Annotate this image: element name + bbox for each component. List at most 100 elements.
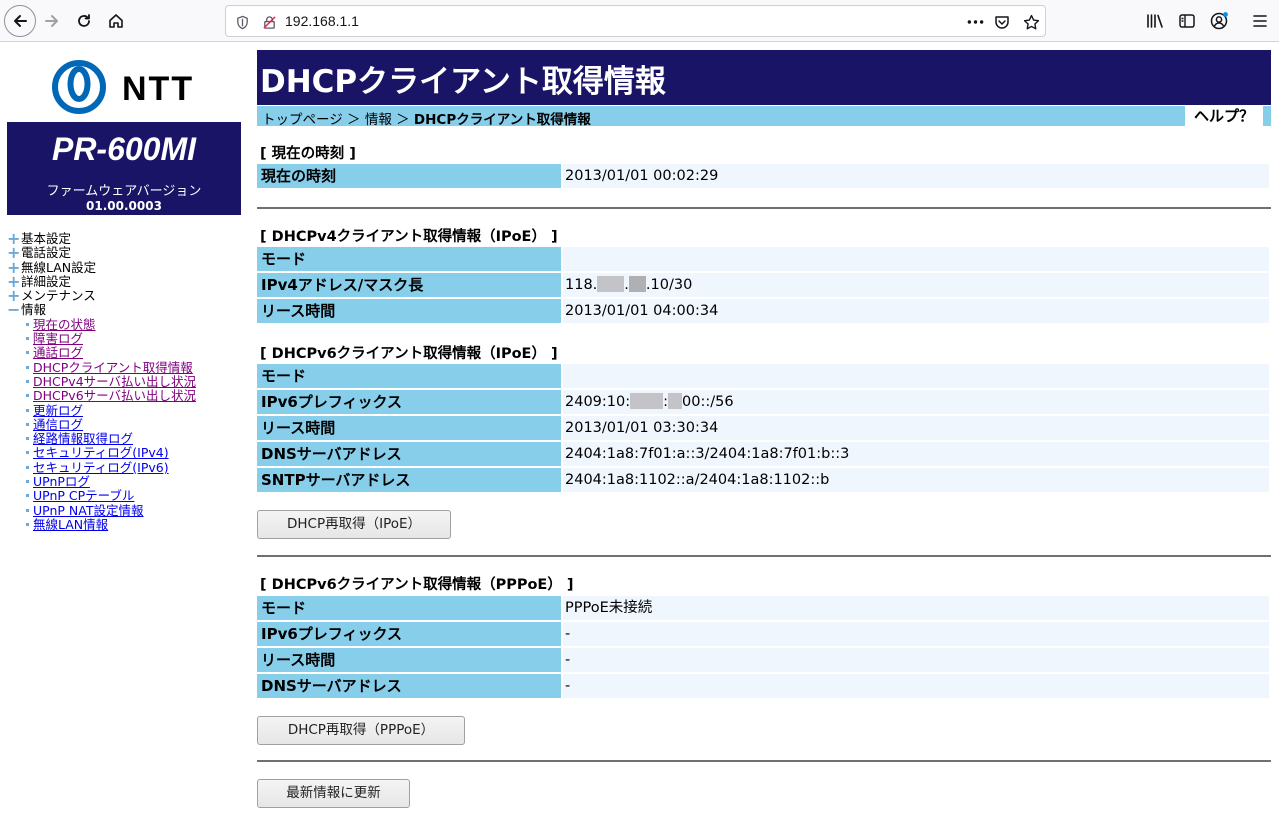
bullet-icon [26, 337, 29, 341]
refresh-button[interactable]: 最新情報に更新 [257, 779, 410, 808]
link-route-log[interactable]: 経路情報取得ログ [33, 431, 133, 446]
reload-button[interactable] [69, 6, 99, 36]
sidebar-toggle-icon[interactable] [1177, 11, 1197, 31]
row-label: DNSサーバアドレス [257, 442, 561, 466]
link-dhcp-client-info[interactable]: DHCPクライアント取得情報 [33, 360, 193, 375]
pocket-icon[interactable] [992, 12, 1012, 32]
section-title-time: [ 現在の時刻 ] [260, 146, 356, 162]
dhcp-renew-pppoe-button[interactable]: DHCP再取得（PPPoE） [257, 716, 465, 745]
section-title-dhcpv6-ipoe: [ DHCPv6クライアント取得情報（IPoE） ] [260, 346, 558, 362]
main-content: DHCPクライアント取得情報 トップページ ＞ 情報 ＞ DHCPクライアント取… [257, 42, 1271, 828]
bullet-icon [26, 322, 29, 326]
row-label: モード [257, 247, 561, 271]
row-label: リース時間 [257, 299, 561, 323]
sub-item: 通信ログ [7, 417, 247, 432]
row-value: - [563, 674, 1269, 698]
link-dhcpv4-server-status[interactable]: DHCPv4サーバ払い出し状況 [33, 374, 196, 389]
row-value: 2013/01/01 03:30:34 [563, 416, 1269, 440]
dhcp-renew-ipoe-button[interactable]: DHCP再取得（IPoE） [257, 510, 451, 539]
menu-item-info[interactable]: − 情報 [7, 300, 247, 320]
insecure-lock-icon[interactable] [259, 12, 279, 32]
home-button[interactable] [101, 6, 131, 36]
bullet-icon [26, 408, 29, 412]
model-name: PR-600MI [51, 131, 197, 167]
table-row: SNTPサーバアドレス 2404:1a8:1102::a/2404:1a8:11… [257, 468, 1271, 492]
divider [257, 760, 1271, 762]
sub-item: 経路情報取得ログ [7, 432, 247, 446]
section-title-dhcpv4: [ DHCPv4クライアント取得情報（IPoE） ] [260, 229, 558, 245]
sub-item: セキュリティログ(IPv4) [7, 446, 247, 460]
row-value: - [563, 622, 1269, 646]
ntt-logo: NTT [52, 60, 202, 114]
bullet-icon [26, 522, 29, 526]
menu-label: 電話設定 [21, 245, 72, 261]
link-wireless-lan-info[interactable]: 無線LAN情報 [33, 517, 108, 532]
arrow-right-icon [45, 15, 58, 27]
logo-text: NTT [122, 70, 195, 108]
link-update-log[interactable]: 更新ログ [33, 403, 83, 418]
menu-item-basic[interactable]: + 基本設定 [7, 231, 247, 247]
sidebar: NTT PR-600MI ファームウェアバージョン 01.00.0003 + 基本… [0, 42, 250, 828]
sub-item: 現在の状態 [7, 317, 247, 332]
sub-item: UPnPログ [7, 475, 247, 489]
row-label: IPv4アドレス/マスク長 [257, 273, 561, 297]
menu-item-wireless-lan[interactable]: + 無線LAN設定 [7, 259, 247, 275]
sub-item: 障害ログ [7, 332, 247, 346]
value-part: .10/30 [645, 277, 693, 293]
table-row: モード [257, 364, 1271, 388]
link-call-log[interactable]: 通話ログ [33, 345, 83, 360]
table-row: DNSサーバアドレス - [257, 674, 1271, 698]
link-upnp-nat-info[interactable]: UPnP NAT設定情報 [33, 503, 143, 518]
bullet-icon [26, 365, 29, 369]
forward-button[interactable] [37, 6, 67, 36]
bookmark-star-icon[interactable] [1021, 12, 1041, 32]
sub-item: UPnP NAT設定情報 [7, 503, 247, 518]
menu-item-phone[interactable]: + 電話設定 [7, 245, 247, 261]
link-security-log-ipv6[interactable]: セキュリティログ(IPv6) [33, 460, 169, 475]
link-dhcpv6-server-status[interactable]: DHCPv6サーバ払い出し状況 [33, 388, 196, 403]
link-security-log-ipv4[interactable]: セキュリティログ(IPv4) [33, 445, 169, 460]
minus-icon: − [7, 300, 21, 320]
table-row: DNSサーバアドレス 2404:1a8:7f01:a::3/2404:1a8:7… [257, 442, 1271, 466]
library-icon[interactable] [1145, 11, 1165, 31]
url-text[interactable]: 192.168.1.1 [285, 13, 359, 29]
row-label: 現在の時刻 [257, 164, 561, 188]
menu-label: 詳細設定 [21, 273, 72, 289]
table-row: リース時間 2013/01/01 04:00:34 [257, 299, 1271, 323]
link-current-status[interactable]: 現在の状態 [33, 317, 96, 332]
bullet-icon [26, 379, 29, 383]
page-title: DHCPクライアント取得情報 [260, 64, 666, 100]
menu-item-maintenance[interactable]: + メンテナンス [7, 288, 247, 304]
back-button[interactable] [4, 5, 36, 37]
link-fault-log[interactable]: 障害ログ [33, 331, 83, 346]
account-icon[interactable] [1209, 11, 1229, 31]
more-options-icon[interactable] [965, 12, 985, 32]
menu-label: 情報 [21, 302, 47, 318]
bullet-icon [26, 508, 29, 512]
table-row: IPv6プレフィックス - [257, 622, 1271, 646]
shield-icon[interactable] [232, 12, 252, 32]
url-bar[interactable]: 192.168.1.1 [225, 5, 1046, 37]
link-upnp-cp-table[interactable]: UPnP CPテーブル [33, 488, 134, 503]
menu-label: メンテナンス [21, 288, 96, 304]
title-bar: DHCPクライアント取得情報 [257, 50, 1271, 105]
table-row: モード PPPoE未接続 [257, 596, 1271, 620]
row-value [563, 247, 1269, 271]
hamburger-menu-icon[interactable] [1250, 11, 1270, 31]
breadcrumb-top[interactable]: トップページ [262, 112, 343, 128]
bullet-icon [26, 465, 29, 469]
link-upnp-log[interactable]: UPnPログ [33, 474, 90, 489]
breadcrumb-info[interactable]: 情報 [365, 112, 392, 128]
row-label: モード [257, 596, 561, 620]
reload-icon [78, 14, 90, 27]
browser-toolbar: 192.168.1.1 [0, 0, 1279, 42]
redacted-block [630, 393, 664, 409]
menu-item-advanced[interactable]: + 詳細設定 [7, 273, 247, 289]
bullet-icon [26, 494, 29, 498]
bullet-icon [26, 422, 29, 426]
link-communication-log[interactable]: 通信ログ [33, 417, 83, 432]
redacted-block [668, 393, 683, 409]
sub-item: DHCPクライアント取得情報 [7, 360, 247, 375]
sub-item: UPnP CPテーブル [7, 489, 247, 503]
help-link[interactable]: ヘルプ？ [1185, 106, 1263, 126]
